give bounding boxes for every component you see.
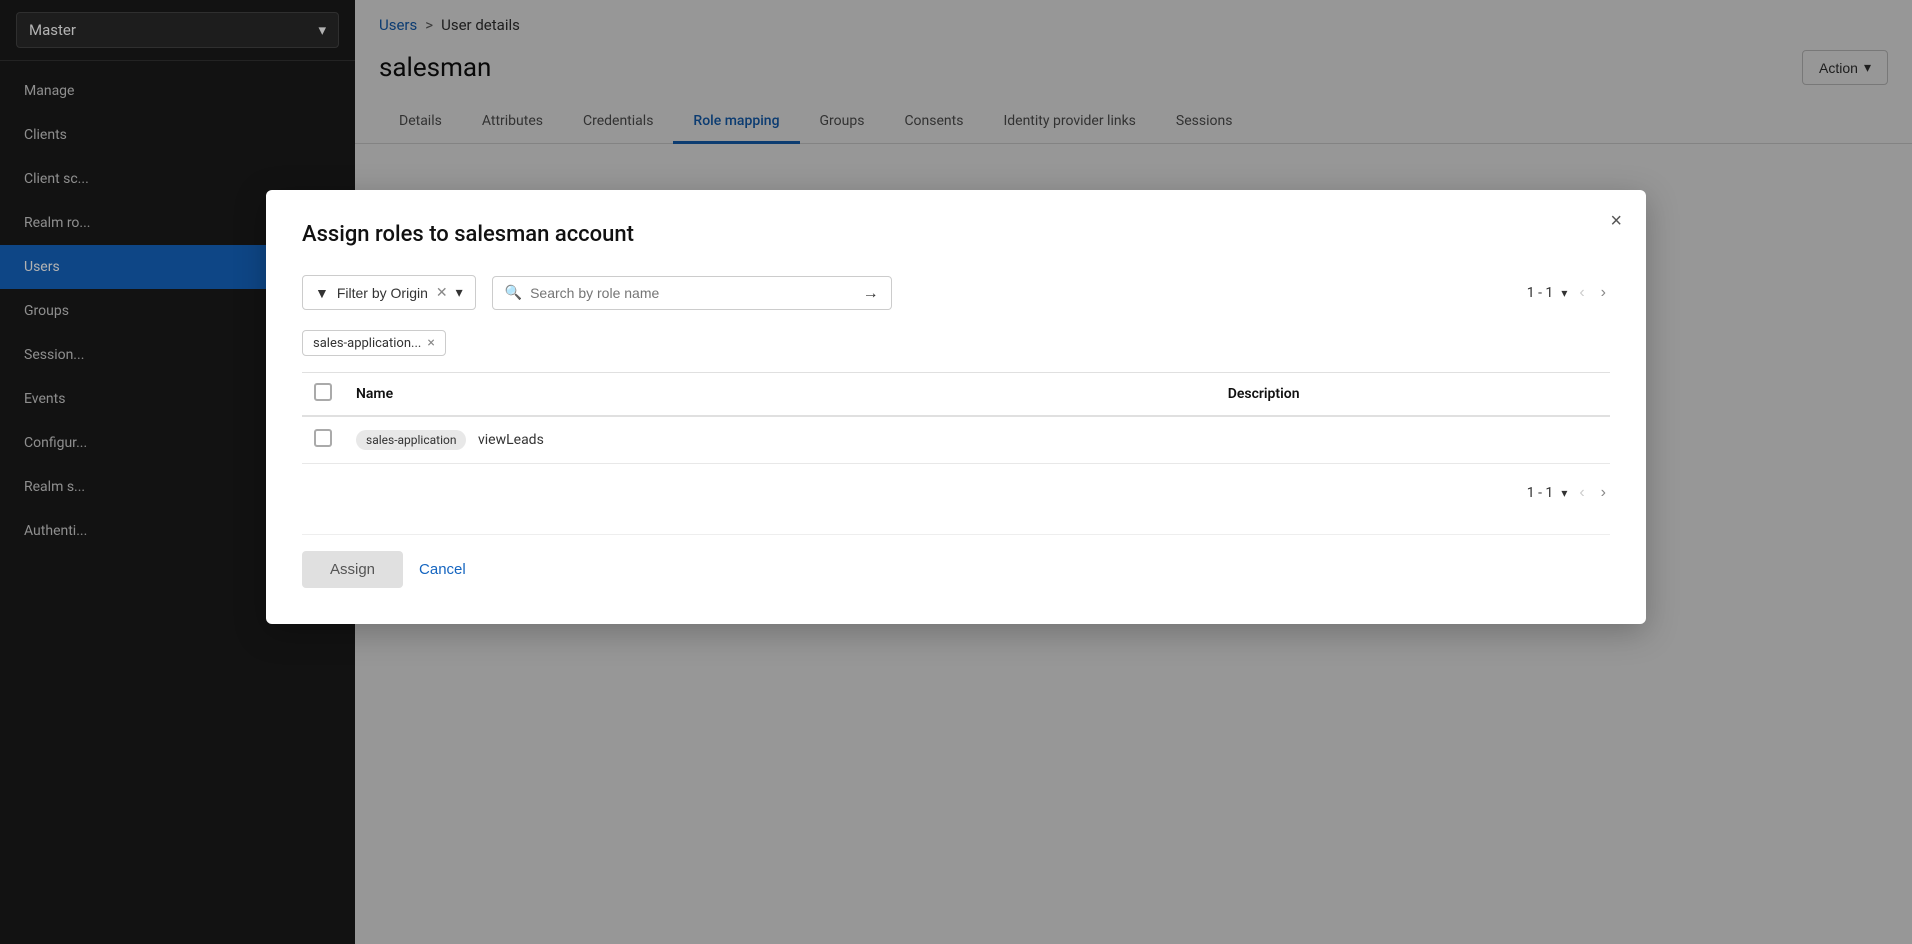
- filter-icon: ▼: [315, 285, 329, 301]
- modal-footer: Assign Cancel: [302, 534, 1610, 588]
- next-page-bottom-button[interactable]: ›: [1597, 480, 1610, 506]
- role-description-cell: [1216, 416, 1610, 464]
- bottom-pagination-label: 1 - 1: [1527, 485, 1554, 501]
- modal-close-button[interactable]: ×: [1610, 210, 1622, 233]
- bottom-pagination: 1 - 1 ▾ ‹ ›: [302, 480, 1610, 506]
- filter-tag: sales-application... ×: [302, 330, 446, 356]
- role-source-badge: sales-application: [356, 430, 466, 450]
- assign-roles-modal: Assign roles to salesman account × ▼ Fil…: [266, 190, 1646, 624]
- filter-tag-label: sales-application...: [313, 336, 421, 351]
- filter-clear-icon[interactable]: ✕: [436, 284, 448, 301]
- prev-page-button[interactable]: ‹: [1575, 280, 1588, 306]
- search-box: 🔍 →: [492, 276, 892, 310]
- chevron-down-icon: ▾: [456, 284, 463, 301]
- row-checkbox[interactable]: [314, 429, 332, 447]
- top-pagination: 1 - 1 ▾ ‹ ›: [1527, 280, 1610, 306]
- chevron-down-icon[interactable]: ▾: [1561, 486, 1567, 500]
- filter-origin-label: Filter by Origin: [337, 285, 428, 301]
- chevron-down-icon[interactable]: ▾: [1561, 286, 1567, 300]
- cancel-button[interactable]: Cancel: [419, 561, 466, 578]
- role-name: viewLeads: [478, 432, 544, 448]
- search-input[interactable]: [530, 285, 855, 301]
- select-all-checkbox[interactable]: [314, 383, 332, 401]
- col-name-header: Name: [344, 373, 1216, 417]
- next-page-button[interactable]: ›: [1597, 280, 1610, 306]
- filter-by-origin-button[interactable]: ▼ Filter by Origin ✕ ▾: [302, 275, 476, 310]
- col-description-header: Description: [1216, 373, 1610, 417]
- role-name-cell: sales-application viewLeads: [344, 416, 1216, 464]
- search-icon: 🔍: [505, 285, 522, 301]
- search-submit-icon[interactable]: →: [863, 283, 879, 303]
- modal-title: Assign roles to salesman account: [302, 222, 1610, 247]
- table-row: sales-application viewLeads: [302, 416, 1610, 464]
- prev-page-bottom-button[interactable]: ‹: [1575, 480, 1588, 506]
- top-pagination-label: 1 - 1: [1527, 285, 1554, 301]
- filter-row: ▼ Filter by Origin ✕ ▾ 🔍 → 1 - 1 ▾ ‹ ›: [302, 275, 1610, 310]
- modal-overlay: Assign roles to salesman account × ▼ Fil…: [0, 0, 1912, 944]
- roles-table: Name Description sales-application viewL…: [302, 372, 1610, 464]
- assign-button[interactable]: Assign: [302, 551, 403, 588]
- filter-tag-close-button[interactable]: ×: [427, 335, 434, 351]
